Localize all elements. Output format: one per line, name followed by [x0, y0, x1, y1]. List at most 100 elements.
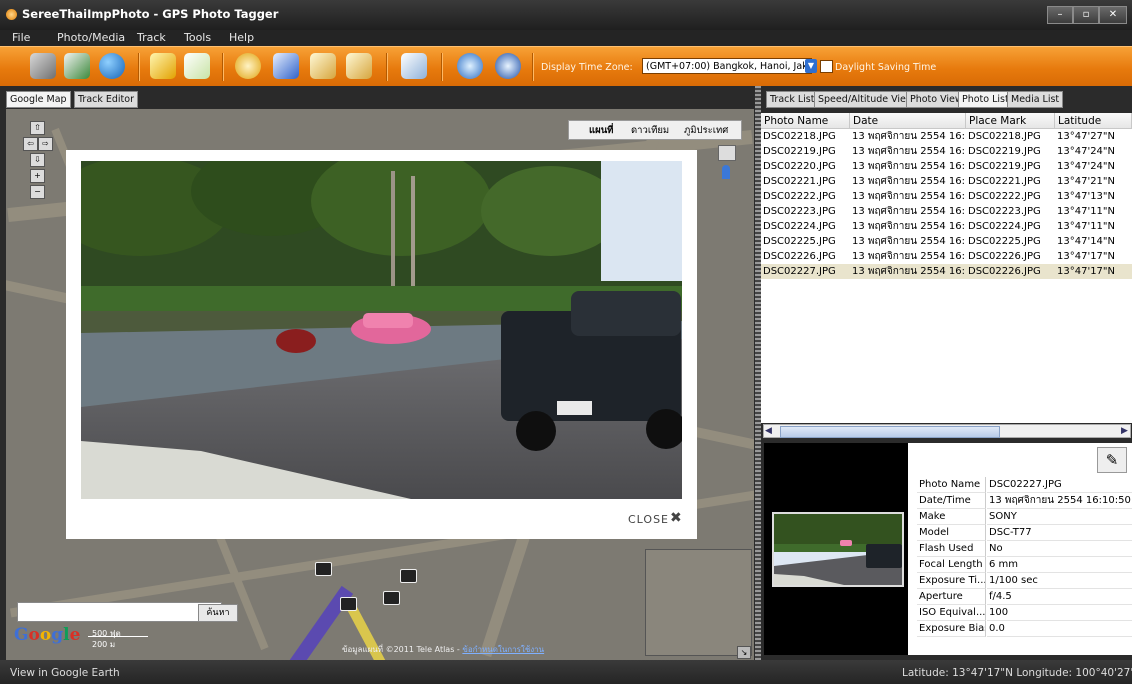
minimize-button[interactable]: –: [1047, 6, 1073, 24]
table-cell: 13 พฤศจิกายน 2554 16:: [852, 221, 966, 232]
zoom-in-button[interactable]: +: [30, 169, 45, 183]
photo-thumbnail[interactable]: [772, 512, 904, 587]
google-logo: Google: [14, 625, 81, 645]
sync-icon[interactable]: [457, 53, 483, 79]
camera-marker-icon[interactable]: [383, 591, 400, 605]
tab-track-editor[interactable]: Track Editor: [74, 91, 138, 108]
camera-marker-icon[interactable]: [315, 562, 332, 576]
exif-value: 0.0: [987, 621, 1132, 637]
table-row[interactable]: DSC02219.JPG 13 พฤศจิกายน 2554 16: DSC0221…: [761, 144, 1132, 159]
tab-photo-list[interactable]: Photo List: [958, 91, 1013, 108]
menu-help[interactable]: Help: [229, 31, 254, 44]
table-row[interactable]: DSC02221.JPG 13 พฤศจิกายน 2554 16: DSC0222…: [761, 174, 1132, 189]
tab-google-map[interactable]: Google Map: [6, 91, 71, 108]
scroll-left-icon[interactable]: ◀: [765, 426, 772, 436]
scroll-right-icon[interactable]: ▶: [1121, 426, 1128, 436]
google-earth-icon[interactable]: [99, 53, 125, 79]
close-label[interactable]: CLOSE: [628, 513, 669, 526]
tab-media-list[interactable]: Media List: [1007, 91, 1064, 108]
open-photos-icon[interactable]: [30, 53, 56, 79]
terms-link[interactable]: ข้อกำหนดในการใช้งาน: [462, 645, 544, 654]
menu-track[interactable]: Track: [137, 31, 166, 44]
title-bar: SereeThaiImpPhoto - GPS Photo Tagger – ▫…: [0, 0, 1132, 30]
flickr-upload-icon[interactable]: [346, 53, 372, 79]
tab-speed-altitude-view[interactable]: Speed/Altitude View: [814, 91, 918, 108]
dst-label: Daylight Saving Time: [835, 62, 937, 73]
pan-left-button[interactable]: ⇦: [23, 137, 38, 151]
export-icon[interactable]: [401, 53, 427, 79]
map-search-button[interactable]: ค้นหา: [198, 604, 238, 622]
pan-down-button[interactable]: ⇩: [30, 153, 45, 167]
map-pin-icon[interactable]: [722, 165, 730, 179]
import-icon[interactable]: [64, 53, 90, 79]
column-header-date[interactable]: Date: [850, 113, 966, 129]
table-cell: 13°47'21"N: [1057, 176, 1116, 187]
exif-key: Make: [917, 509, 986, 525]
table-cell: 13°47'24"N: [1057, 146, 1116, 157]
table-row[interactable]: DSC02227.JPG 13 พฤศจิกายน 2554 16: DSC0222…: [761, 264, 1132, 279]
table-cell: 13 พฤศจิกายน 2554 16:: [852, 191, 966, 202]
toolbar-separator: [222, 53, 224, 81]
chevron-down-icon[interactable]: ▼: [805, 59, 817, 73]
pan-up-button[interactable]: ⇧: [30, 121, 45, 135]
exif-key: Aperture: [917, 589, 986, 605]
table-cell: 13°47'17"N: [1057, 251, 1116, 262]
table-cell: DSC02222.JPG: [968, 191, 1041, 202]
view-in-google-earth-link[interactable]: View in Google Earth: [10, 667, 120, 679]
zoom-out-button[interactable]: −: [30, 185, 45, 199]
exif-value: DSC-T77: [987, 525, 1132, 541]
table-cell: DSC02218.JPG: [763, 131, 836, 142]
overview-toggle-icon[interactable]: ↘: [737, 646, 751, 659]
column-header-latitude[interactable]: Latitude: [1055, 113, 1132, 129]
table-row[interactable]: DSC02222.JPG 13 พฤศจิกายน 2554 16: DSC0222…: [761, 189, 1132, 204]
menu-photo-media[interactable]: Photo/Media: [57, 31, 125, 44]
menu-file[interactable]: File: [12, 31, 30, 44]
flickr-icon[interactable]: [310, 53, 336, 79]
timezone-select[interactable]: (GMT+07:00) Bangkok, Hanoi, Jakar: [642, 58, 812, 74]
table-row[interactable]: DSC02226.JPG 13 พฤศจิกายน 2554 16: DSC0222…: [761, 249, 1132, 264]
geotag-icon[interactable]: [184, 53, 210, 79]
web-icon[interactable]: [495, 53, 521, 79]
pan-right-button[interactable]: ⇨: [38, 137, 53, 151]
table-row[interactable]: DSC02224.JPG 13 พฤศจิกายน 2554 16: DSC0222…: [761, 219, 1132, 234]
camera-marker-icon[interactable]: [400, 569, 417, 583]
map-overview[interactable]: [645, 549, 752, 656]
dst-checkbox[interactable]: [820, 60, 833, 73]
menu-tools[interactable]: Tools: [184, 31, 211, 44]
toolbar-separator: [441, 53, 443, 81]
scrollbar-thumb[interactable]: [780, 426, 1000, 438]
tab-track-list[interactable]: Track List: [766, 91, 819, 108]
table-cell: 13°47'27"N: [1057, 131, 1116, 142]
exif-key: Focal Length: [917, 557, 986, 573]
tag-icon[interactable]: [150, 53, 176, 79]
exif-value: 1/100 sec: [987, 573, 1132, 589]
map-type-satellite[interactable]: ดาวเทียม: [631, 123, 669, 138]
close-icon[interactable]: ✖: [670, 510, 682, 526]
table-row[interactable]: DSC02223.JPG 13 พฤศจิกายน 2554 16: DSC0222…: [761, 204, 1132, 219]
table-row[interactable]: DSC02220.JPG 13 พฤศจิกายน 2554 16: DSC0221…: [761, 159, 1132, 174]
table-cell: 13 พฤศจิกายน 2554 16:: [852, 251, 966, 262]
edit-icon[interactable]: [273, 53, 299, 79]
toolbar-separator: [138, 53, 140, 81]
map-type-terrain[interactable]: ภูมิประเทศ: [684, 123, 728, 138]
table-cell: 13°47'14"N: [1057, 236, 1116, 247]
camera-marker-icon[interactable]: [340, 597, 357, 611]
table-cell: DSC02225.JPG: [968, 236, 1041, 247]
column-header-photo-name[interactable]: Photo Name: [761, 113, 850, 129]
maximize-button[interactable]: ▫: [1073, 6, 1099, 24]
table-row[interactable]: DSC02218.JPG 13 พฤศจิกายน 2554 16: DSC0221…: [761, 129, 1132, 144]
gps-device-icon[interactable]: [235, 53, 261, 79]
table-cell: 13°47'17"N: [1057, 266, 1116, 277]
map-search-input[interactable]: [17, 602, 222, 622]
edit-exif-icon[interactable]: ✎: [1097, 447, 1127, 473]
table-cell: DSC02222.JPG: [763, 191, 836, 202]
scale-bar: [88, 636, 148, 637]
pegman-icon[interactable]: [718, 145, 736, 161]
close-window-button[interactable]: ✕: [1099, 6, 1127, 24]
exif-key: ISO Equival...: [917, 605, 986, 621]
map-type-map[interactable]: แผนที่: [589, 123, 613, 138]
column-header-place-mark[interactable]: Place Mark: [966, 113, 1055, 129]
table-cell: DSC02225.JPG: [763, 236, 836, 247]
photo-image: [81, 161, 682, 499]
table-row[interactable]: DSC02225.JPG 13 พฤศจิกายน 2554 16: DSC0222…: [761, 234, 1132, 249]
